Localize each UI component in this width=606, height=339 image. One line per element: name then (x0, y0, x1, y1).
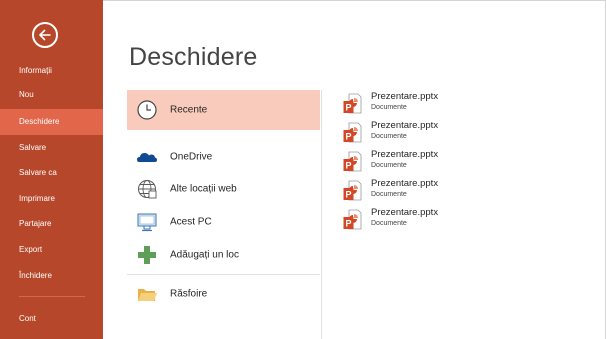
nav-item-nou[interactable]: Nou (0, 82, 103, 108)
svg-text:P: P (345, 161, 351, 171)
page-title: Deschidere (129, 43, 258, 71)
location-label: Adăugați un loc (170, 249, 239, 261)
recent-file-item[interactable]: P Prezentare.pptx Documente (343, 149, 503, 177)
recent-file-item[interactable]: P Prezentare.pptx Documente (343, 120, 503, 148)
computer-icon (137, 213, 157, 232)
location-label: Răsfoire (170, 288, 208, 300)
location-label: OneDrive (170, 151, 213, 163)
nav-separator (19, 296, 85, 297)
file-path: Documente (371, 104, 407, 111)
recent-file-item[interactable]: P Prezentare.pptx Documente (343, 207, 503, 235)
open-panel: Deschidere Recente OneDrive Alte locații… (103, 0, 606, 339)
nav-item-cont[interactable]: Cont (0, 306, 103, 332)
location-label: Recente (170, 104, 208, 116)
powerpoint-file-icon: P (343, 151, 362, 172)
nav-item-salvare[interactable]: Salvare (0, 135, 103, 161)
powerpoint-file-icon: P (343, 209, 362, 230)
nav-item-partajare[interactable]: Partajare (0, 211, 103, 237)
nav-item-imprimare[interactable]: Imprimare (0, 186, 103, 212)
location-rasfoire[interactable]: Răsfoire (127, 274, 320, 314)
column-separator (321, 90, 322, 339)
folder-icon (138, 289, 157, 301)
onedrive-cloud-icon (137, 153, 157, 162)
back-arrow-icon (39, 29, 51, 41)
backstage-nav: Informații Nou Deschidere Salvare Salvar… (0, 0, 103, 339)
clock-icon (137, 100, 157, 120)
recent-file-item[interactable]: P Prezentare.pptx Documente (343, 178, 503, 206)
file-name: Prezentare.pptx (371, 120, 439, 131)
location-adaugati-un-loc[interactable]: Adăugați un loc (127, 235, 320, 275)
powerpoint-file-icon: P (343, 93, 362, 114)
file-path: Documente (371, 191, 407, 198)
file-path: Documente (371, 162, 407, 169)
svg-text:P: P (345, 219, 351, 229)
nav-item-informatii[interactable]: Informații (0, 58, 103, 84)
nav-item-export[interactable]: Export (0, 237, 103, 263)
nav-item-inchidere[interactable]: Închidere (0, 263, 103, 289)
recent-file-item[interactable]: P Prezentare.pptx Documente (343, 91, 503, 119)
nav-item-deschidere[interactable]: Deschidere (0, 109, 103, 135)
file-path: Documente (371, 133, 407, 140)
location-label: Alte locații web (170, 183, 237, 195)
powerpoint-file-icon: P (343, 180, 362, 201)
svg-text:P: P (345, 132, 351, 142)
location-recente[interactable]: Recente (127, 90, 320, 130)
svg-text:P: P (345, 190, 351, 200)
file-name: Prezentare.pptx (371, 207, 439, 218)
file-name: Prezentare.pptx (371, 91, 439, 102)
nav-item-salvare-ca[interactable]: Salvare ca (0, 160, 103, 186)
back-button[interactable] (32, 22, 58, 48)
plus-icon (138, 246, 156, 264)
file-name: Prezentare.pptx (371, 178, 439, 189)
location-label: Acest PC (170, 216, 212, 228)
file-path: Documente (371, 220, 407, 227)
file-name: Prezentare.pptx (371, 149, 439, 160)
powerpoint-file-icon: P (343, 122, 362, 143)
globe-icon (138, 180, 157, 199)
svg-text:P: P (345, 103, 351, 113)
